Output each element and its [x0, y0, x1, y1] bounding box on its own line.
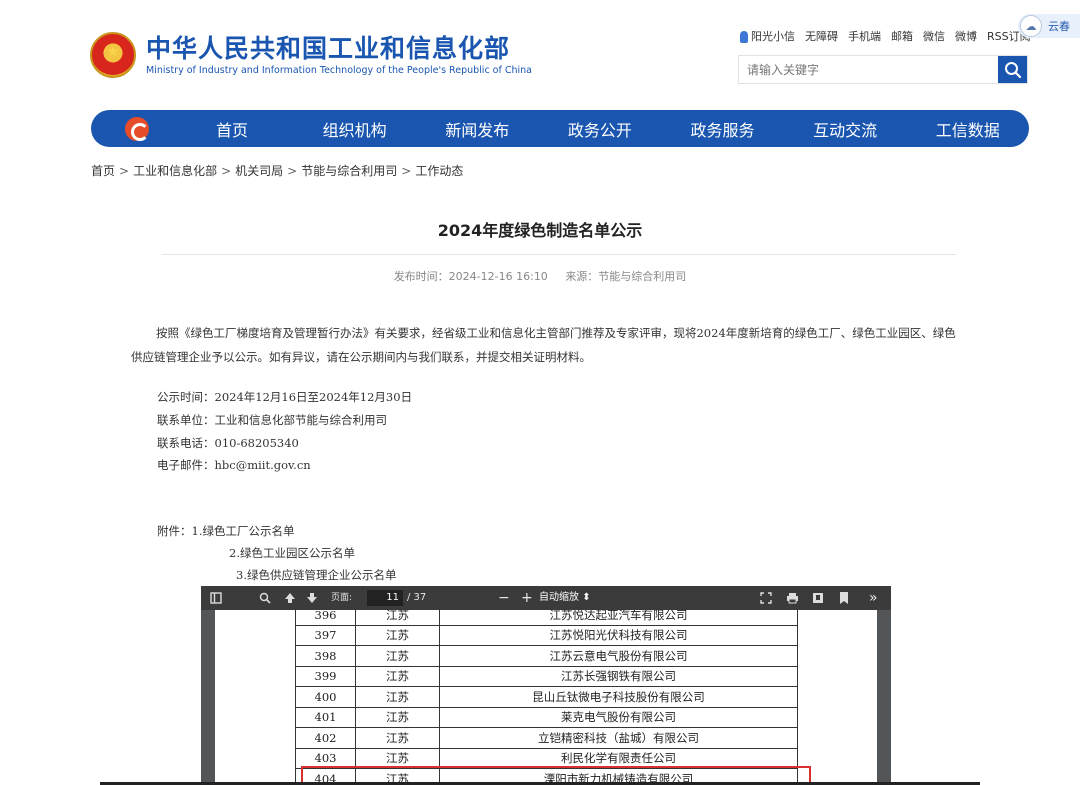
top-link-wechat[interactable]: 微信	[923, 28, 945, 44]
site-title-en: Ministry of Industry and Information Tec…	[146, 65, 532, 76]
search-icon	[1004, 61, 1021, 78]
presentation-mode-icon[interactable]	[760, 592, 772, 604]
cloud-assistant-button[interactable]: ☁ 云春	[1018, 14, 1080, 38]
row-province: 江苏	[355, 645, 440, 667]
cloud-label: 云春	[1048, 20, 1070, 33]
pdf-page: 396 江苏 江苏悦达起亚汽车有限公司 397 江苏 江苏悦阳光伏科技有限公司 398 江苏江…	[215, 610, 877, 785]
nav-item-services[interactable]: 政务服务	[661, 117, 784, 141]
top-link-mobile[interactable]: 手机端	[848, 28, 881, 44]
article-source: 来源：节能与综合利用司	[565, 270, 687, 283]
table-row: 396 江苏 江苏悦达起亚汽车有限公司	[295, 610, 798, 626]
article-paragraph: 按照《绿色工厂梯度培育及管理暂行办法》有关要求，经省级工业和信息化主管部门推荐及…	[131, 326, 956, 364]
main-nav: 首页 组织机构 新闻发布 政务公开 政务服务 互动交流 工信数据	[91, 110, 1029, 147]
top-link-mail[interactable]: 邮箱	[891, 28, 913, 44]
row-company: 江苏悦阳光伏科技有限公司	[439, 624, 798, 646]
nav-item-news[interactable]: 新闻发布	[416, 117, 539, 141]
table-row: 398 江苏 江苏云意电气股份有限公司	[295, 645, 798, 667]
row-province: 江苏	[355, 706, 440, 728]
table-row: 397 江苏 江苏悦阳光伏科技有限公司	[295, 624, 798, 646]
nav-item-interaction[interactable]: 互动交流	[784, 117, 907, 141]
zoom-out-icon[interactable]: −	[498, 586, 510, 610]
site-title-cn: 中华人民共和国工业和信息化部	[146, 34, 511, 63]
row-number: 398	[295, 645, 356, 667]
contact-unit: 联系单位：工业和信息化部节能与综合利用司	[157, 413, 387, 427]
table-row: 400 江苏 昆山丘钛微电子科技股份有限公司	[295, 686, 798, 708]
bookmark-icon[interactable]	[839, 592, 849, 604]
top-links: 阳光小信 无障碍 手机端 邮箱 微信 微博 RSS订阅	[740, 28, 1031, 44]
nav-item-organization[interactable]: 组织机构	[293, 117, 416, 141]
breadcrumb-energy-dept[interactable]: 节能与综合利用司	[301, 164, 397, 178]
article-meta: 发布时间：2024-12-16 16:10 来源：节能与综合利用司	[0, 268, 1080, 284]
search-button[interactable]	[998, 56, 1027, 83]
article-title: 2024年度绿色制造名单公示	[437, 221, 643, 240]
row-number: 396	[295, 610, 356, 626]
site-logo[interactable]: 中华人民共和国工业和信息化部 Ministry of Industry and …	[90, 32, 532, 78]
breadcrumb: 首页 > 工业和信息化部 > 机关司局 > 节能与综合利用司 > 工作动态	[91, 164, 464, 178]
row-company: 江苏云意电气股份有限公司	[439, 645, 798, 667]
contact-email: 电子邮件：hbc@miit.gov.cn	[157, 458, 311, 472]
row-number: 399	[295, 665, 356, 687]
row-number: 402	[295, 727, 356, 749]
nav-item-government-affairs[interactable]: 政务公开	[539, 117, 662, 141]
top-link-sunshine[interactable]: 阳光小信	[740, 28, 795, 44]
search-box	[738, 55, 1028, 84]
row-company: 江苏长强钢铁有限公司	[439, 665, 798, 687]
row-number: 397	[295, 624, 356, 646]
top-link-weibo[interactable]: 微博	[955, 28, 977, 44]
attachment-3[interactable]: 3.绿色供应链管理企业公示名单	[236, 567, 396, 583]
attachment-2[interactable]: 2.绿色工业园区公示名单	[229, 545, 355, 561]
next-page-icon[interactable]	[306, 592, 318, 604]
row-company: 立铠精密科技（盐城）有限公司	[439, 727, 798, 749]
breadcrumb-work-news[interactable]: 工作动态	[415, 164, 463, 178]
row-company: 莱克电气股份有限公司	[439, 706, 798, 728]
sidebar-toggle-icon[interactable]	[210, 592, 222, 604]
company-list-table: 396 江苏 江苏悦达起亚汽车有限公司 397 江苏 江苏悦阳光伏科技有限公司 398 江苏江…	[295, 610, 798, 785]
row-company: 昆山丘钛微电子科技股份有限公司	[439, 686, 798, 708]
row-province: 江苏	[355, 624, 440, 646]
row-number: 401	[295, 706, 356, 728]
national-emblem-icon	[90, 32, 136, 78]
select-arrow-icon: ⬍	[582, 592, 591, 603]
breadcrumb-miit[interactable]: 工业和信息化部	[133, 164, 217, 178]
nav-logo-icon	[125, 116, 149, 141]
top-link-accessibility[interactable]: 无障碍	[805, 28, 838, 44]
more-tools-icon[interactable]: »	[869, 586, 878, 610]
row-province: 江苏	[355, 727, 440, 749]
row-company: 江苏悦达起亚汽车有限公司	[439, 610, 798, 626]
search-input[interactable]	[739, 56, 998, 83]
contact-phone: 联系电话：010-68205340	[157, 436, 299, 450]
page-label: 页面:	[331, 593, 353, 603]
row-province: 江苏	[355, 610, 440, 626]
pdf-viewer: 页面: 11 / 37 − + 自动缩放 ⬍ » 396 江苏 江苏悦达起亚汽车有限…	[201, 586, 891, 785]
row-province: 江苏	[355, 665, 440, 687]
zoom-select[interactable]: 自动缩放 ⬍	[539, 590, 609, 606]
publish-time: 发布时间：2024-12-16 16:10	[393, 270, 548, 283]
sunshine-icon	[740, 31, 748, 43]
print-icon[interactable]	[786, 592, 799, 604]
notice-period: 公示时间：2024年12月16日至2024年12月30日	[157, 390, 413, 404]
row-province: 江苏	[355, 686, 440, 708]
attachment-1[interactable]: 附件：1.绿色工厂公示名单	[157, 523, 294, 539]
table-row: 399 江苏 江苏长强钢铁有限公司	[295, 665, 798, 687]
find-icon[interactable]	[259, 592, 271, 604]
table-row: 401 江苏 莱克电气股份有限公司	[295, 706, 798, 728]
table-row: 402 江苏 立铠精密科技（盐城）有限公司	[295, 727, 798, 749]
breadcrumb-departments[interactable]: 机关司局	[235, 164, 283, 178]
nav-item-data[interactable]: 工信数据	[906, 117, 1029, 141]
breadcrumb-home[interactable]: 首页	[91, 164, 115, 178]
title-divider	[162, 254, 956, 255]
download-icon[interactable]	[812, 592, 824, 604]
page-number-input[interactable]: 11	[367, 590, 403, 606]
total-pages: / 37	[407, 592, 427, 603]
nav-item-home[interactable]: 首页	[171, 117, 294, 141]
cloud-icon: ☁	[1020, 15, 1042, 37]
zoom-in-icon[interactable]: +	[521, 586, 533, 610]
previous-page-icon[interactable]	[284, 592, 296, 604]
row-number: 400	[295, 686, 356, 708]
pdf-toolbar: 页面: 11 / 37 − + 自动缩放 ⬍ »	[201, 586, 891, 610]
